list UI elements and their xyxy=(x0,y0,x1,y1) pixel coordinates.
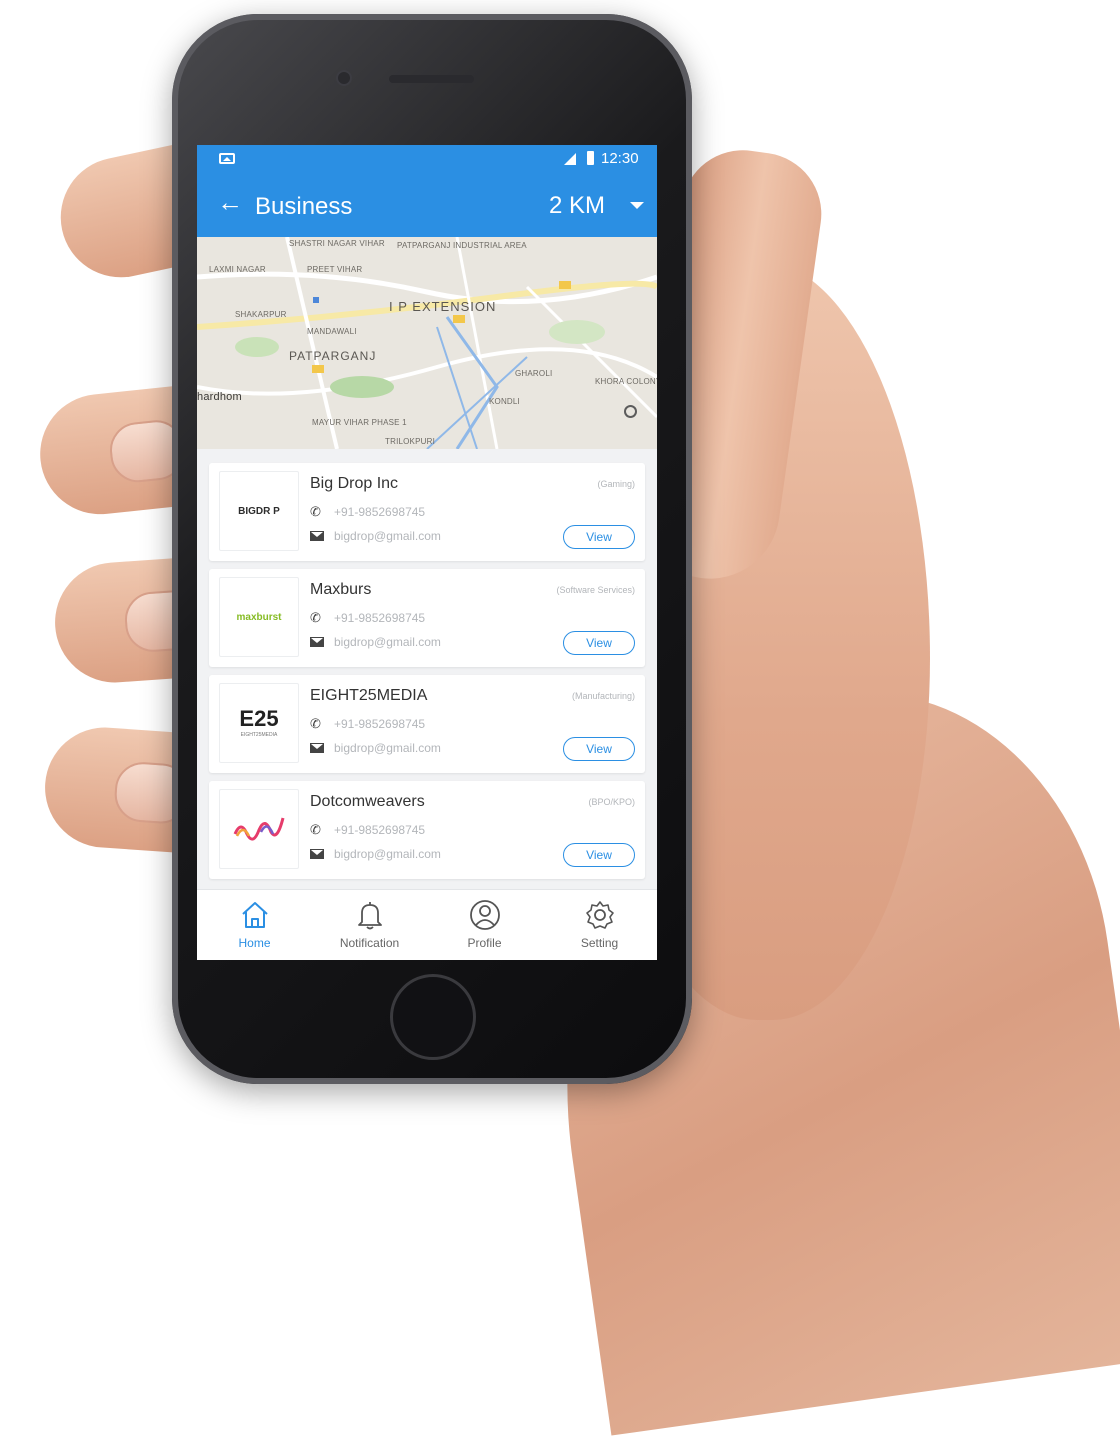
business-phone: +91-9852698745 xyxy=(334,611,426,625)
nav-item-setting[interactable]: Setting xyxy=(542,898,657,950)
business-phone: +91-9852698745 xyxy=(334,717,426,731)
mail-icon xyxy=(310,743,324,753)
map-label: hardhom xyxy=(197,391,242,403)
map-label: LAXMI NAGAR xyxy=(209,265,266,274)
profile-icon xyxy=(469,900,500,930)
phone-icon: ✆ xyxy=(310,822,321,837)
nav-label: Profile xyxy=(467,936,502,950)
business-card[interactable]: maxburst Maxburs (Software Services) ✆ +9… xyxy=(209,569,645,667)
business-email: bigdrop@gmail.com xyxy=(334,635,441,649)
back-arrow-icon[interactable]: ← xyxy=(217,187,243,218)
app-bar: ← Business 2 KM xyxy=(197,173,657,237)
business-name: Big Drop Inc xyxy=(310,475,399,492)
business-logo xyxy=(219,789,299,869)
business-card[interactable]: BIGDR P Big Drop Inc (Gaming) ✆ +91-98526… xyxy=(209,463,645,561)
email-row: bigdrop@gmail.com xyxy=(310,529,441,543)
logo-subtext: EIGHT25MEDIA xyxy=(240,732,278,738)
phone-row: ✆ +91-9852698745 xyxy=(310,610,425,626)
bottom-navigation: Home Notification Profile Setting xyxy=(197,889,657,960)
business-logo: E25 EIGHT25MEDIA xyxy=(219,683,299,763)
business-list: BIGDR P Big Drop Inc (Gaming) ✆ +91-98526… xyxy=(197,463,657,887)
map-label: SHAKARPUR xyxy=(235,310,287,319)
business-email: bigdrop@gmail.com xyxy=(334,847,441,861)
distance-value: 2 KM xyxy=(549,191,606,219)
email-row: bigdrop@gmail.com xyxy=(310,635,441,649)
map-label: PATPARGANJ INDUSTRIAL AREA xyxy=(397,241,527,250)
earpiece-speaker xyxy=(389,75,474,83)
nav-item-home[interactable]: Home xyxy=(197,898,312,950)
nav-label: Notification xyxy=(339,936,400,950)
hardware-home-button[interactable] xyxy=(390,974,476,1060)
chevron-down-icon xyxy=(629,202,644,210)
mail-icon xyxy=(310,637,324,647)
view-button[interactable]: View xyxy=(563,631,635,655)
business-category: (Manufacturing) xyxy=(571,691,635,701)
business-card[interactable]: E25 EIGHT25MEDIA EIGHT25MEDIA (Manufactu… xyxy=(209,675,645,773)
status-bar: 12:30 xyxy=(197,145,657,173)
map-label: TRILOKPURI xyxy=(385,437,436,446)
mail-icon xyxy=(310,531,324,541)
map-label: KHORA COLONY xyxy=(595,377,657,386)
logo-text: BIGDR P xyxy=(238,505,280,517)
phone-row: ✆ +91-9852698745 xyxy=(310,716,425,732)
business-logo: maxburst xyxy=(219,577,299,657)
my-location-icon[interactable] xyxy=(624,405,637,418)
map-label: GHAROLI xyxy=(515,369,553,378)
home-icon xyxy=(241,902,268,928)
nav-label: Home xyxy=(238,936,271,950)
mail-icon xyxy=(310,849,324,859)
gear-icon xyxy=(585,901,614,929)
map-label: I P EXTENSION xyxy=(389,299,497,314)
phone-icon: ✆ xyxy=(310,610,321,625)
map-label: PREET VIHAR xyxy=(307,265,363,274)
business-name: Dotcomweavers xyxy=(310,793,425,810)
signal-icon xyxy=(564,153,576,165)
phone-row: ✆ +91-9852698745 xyxy=(310,822,425,838)
logo-text: maxburst xyxy=(236,611,282,623)
view-button[interactable]: View xyxy=(563,843,635,867)
phone-icon: ✆ xyxy=(310,504,321,519)
business-logo: BIGDR P xyxy=(219,471,299,551)
page-title: Business xyxy=(255,193,353,220)
front-camera xyxy=(336,70,352,86)
phone-row: ✆ +91-9852698745 xyxy=(310,504,425,520)
dotcomweavers-logo-icon xyxy=(233,817,285,841)
business-email: bigdrop@gmail.com xyxy=(334,741,441,755)
map-label: PATPARGANJ xyxy=(289,349,377,363)
business-phone: +91-9852698745 xyxy=(334,505,426,519)
business-name: Maxburs xyxy=(310,581,372,598)
map-label: MANDAWALI xyxy=(307,327,357,336)
battery-icon xyxy=(587,151,594,165)
view-button[interactable]: View xyxy=(563,525,635,549)
phone-screen: 12:30 ← Business 2 KM SHASTRI NAGAR VIHA… xyxy=(197,145,657,960)
logo-text: E25 xyxy=(239,706,279,731)
business-card[interactable]: Dotcomweavers (BPO/KPO) ✆ +91-9852698745 … xyxy=(209,781,645,879)
email-row: bigdrop@gmail.com xyxy=(310,741,441,755)
map-label: MAYUR VIHAR PHASE 1 xyxy=(312,418,407,427)
view-button[interactable]: View xyxy=(563,737,635,761)
email-row: bigdrop@gmail.com xyxy=(310,847,441,861)
map-label: SHASTRI NAGAR VIHAR xyxy=(289,239,385,248)
business-category: (BPO/KPO) xyxy=(588,797,635,807)
nav-label: Setting xyxy=(580,936,619,950)
bell-icon xyxy=(357,902,382,930)
business-phone: +91-9852698745 xyxy=(334,823,426,837)
business-email: bigdrop@gmail.com xyxy=(334,529,441,543)
business-category: (Gaming) xyxy=(597,479,635,489)
status-time: 12:30 xyxy=(601,150,639,167)
nav-item-notification[interactable]: Notification xyxy=(312,898,427,950)
map-view[interactable]: SHASTRI NAGAR VIHAR PATPARGANJ INDUSTRIA… xyxy=(197,237,657,449)
map-roads xyxy=(197,237,657,449)
distance-dropdown[interactable]: 2 KM xyxy=(549,191,644,223)
phone-icon: ✆ xyxy=(310,716,321,731)
map-label: KONDLI xyxy=(489,397,520,406)
business-category: (Software Services) xyxy=(556,585,635,595)
business-name: EIGHT25MEDIA xyxy=(310,687,428,704)
image-notification-icon xyxy=(219,153,235,164)
nav-item-profile[interactable]: Profile xyxy=(427,898,542,950)
